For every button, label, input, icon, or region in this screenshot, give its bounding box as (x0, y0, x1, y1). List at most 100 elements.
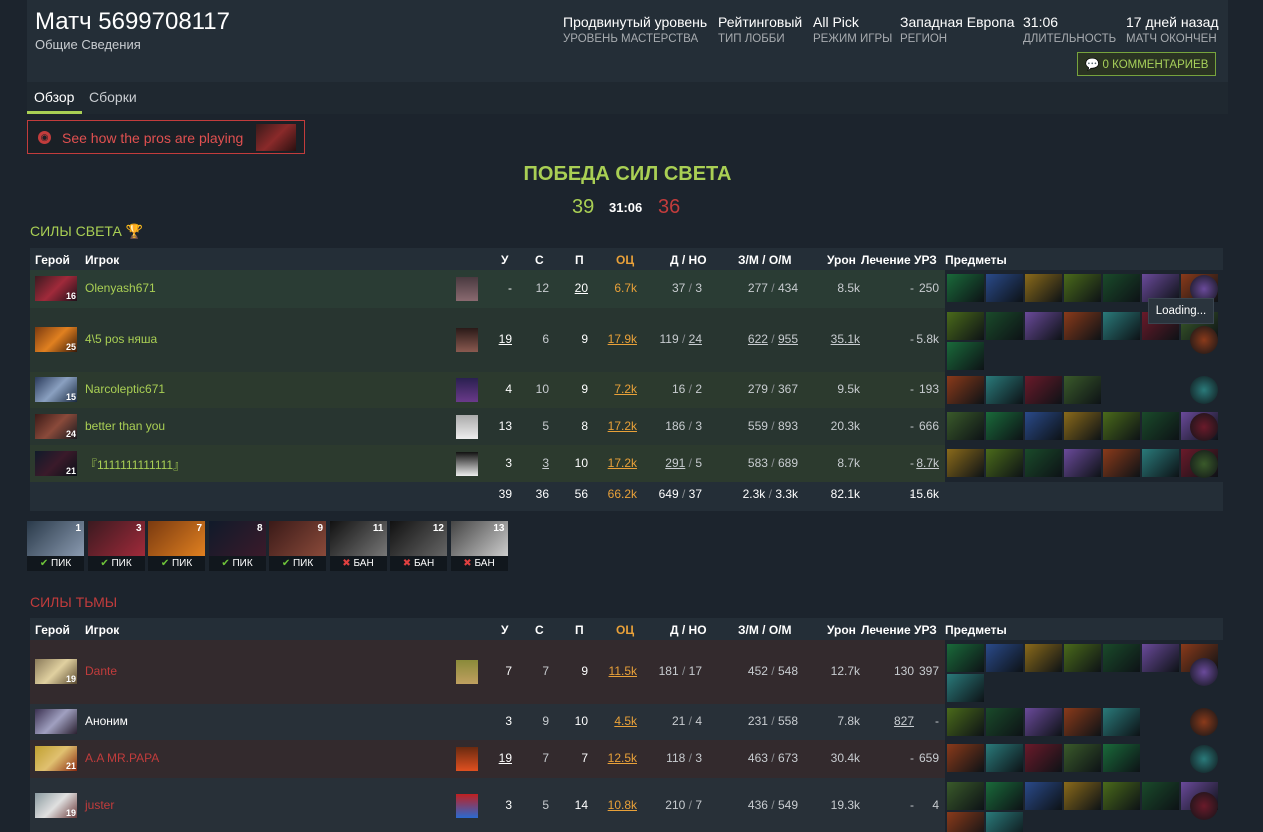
neutral-item-icon[interactable] (1190, 413, 1218, 441)
player-name[interactable]: 4\5 pos няша (85, 332, 157, 346)
player-avatar[interactable] (456, 328, 478, 352)
item-icon[interactable] (947, 449, 984, 477)
item-icon[interactable] (986, 812, 1023, 832)
item-icon[interactable] (1025, 744, 1062, 772)
item-icon[interactable] (1064, 449, 1101, 477)
item-icon[interactable] (1025, 708, 1062, 736)
col-hero[interactable]: Герой (35, 253, 70, 267)
col-damage[interactable]: Урон (827, 623, 856, 637)
col-networth[interactable]: ОЦ (616, 253, 634, 267)
item-icon[interactable] (1103, 644, 1140, 672)
col-lhdn[interactable]: Д / НО (670, 253, 707, 267)
pick-slot[interactable]: 9 ✔ ПИК (269, 521, 326, 571)
hero-portrait[interactable]: 16 (35, 276, 77, 301)
ban-slot[interactable]: 11 ✖ БАН (329, 521, 387, 571)
player-name[interactable]: 『1111111111111』 (85, 456, 185, 473)
item-icon[interactable] (986, 449, 1023, 477)
dire-player-row[interactable]: 19 Dante 7 7 9 11.5k 181 / 17 452 / 548 12.7k 130… (30, 640, 1223, 704)
col-healing[interactable]: Лечение (861, 253, 911, 267)
comments-button[interactable]: 💬 0 КОММЕНТАРИЕВ (1077, 52, 1217, 76)
item-icon[interactable] (1025, 376, 1062, 404)
ban-slot[interactable]: 12 ✖ БАН (390, 521, 447, 571)
player-avatar[interactable] (456, 747, 478, 771)
item-icon[interactable] (986, 782, 1023, 810)
item-icon[interactable] (1064, 312, 1101, 340)
player-name[interactable]: Аноним (85, 714, 128, 728)
dire-player-row[interactable]: 19 juster 3 5 14 10.8k 210 / 7 436 / 549 19.3k - 4 (30, 778, 1223, 832)
col-assists[interactable]: П (575, 253, 584, 267)
item-icon[interactable] (1142, 412, 1179, 440)
item-icon[interactable] (947, 274, 984, 302)
dire-player-row[interactable]: 21 A.A MR.PAPA 19 7 7 12.5k 118 / 3 463 / 673 30… (30, 740, 1223, 778)
neutral-item-icon[interactable] (1190, 326, 1218, 354)
hero-portrait[interactable]: 21 (35, 451, 77, 476)
pick-slot[interactable]: 8 ✔ ПИК (208, 521, 266, 571)
col-healing[interactable]: Лечение (861, 623, 911, 637)
col-player[interactable]: Игрок (85, 253, 119, 267)
neutral-item-icon[interactable] (1190, 450, 1218, 478)
item-icon[interactable] (1142, 449, 1179, 477)
item-icon[interactable] (986, 708, 1023, 736)
col-hero[interactable]: Герой (35, 623, 70, 637)
item-icon[interactable] (947, 312, 984, 340)
item-icon[interactable] (1064, 644, 1101, 672)
pick-slot[interactable]: 1 ✔ ПИК (27, 521, 84, 571)
item-icon[interactable] (1103, 449, 1140, 477)
col-kills[interactable]: У (501, 623, 508, 637)
player-avatar[interactable] (456, 794, 478, 818)
tab-overview[interactable]: Обзор (34, 89, 74, 105)
item-icon[interactable] (986, 274, 1023, 302)
item-icon[interactable] (1103, 274, 1140, 302)
radiant-player-row[interactable]: 24 better than you 13 5 8 17.2k 186 / 3 559 / 8… (30, 408, 1223, 445)
item-icon[interactable] (947, 376, 984, 404)
col-damage[interactable]: Урон (827, 253, 856, 267)
item-icon[interactable] (1142, 644, 1179, 672)
item-icon[interactable] (1103, 744, 1140, 772)
item-icon[interactable] (947, 812, 984, 832)
radiant-player-row[interactable]: 16 Olenyash671 - 12 20 6.7k 37 / 3 277 / 434 8.5… (30, 270, 1223, 308)
item-icon[interactable] (1064, 782, 1101, 810)
player-name[interactable]: Narcoleptic671 (85, 382, 165, 396)
col-gpm-xpm[interactable]: З/М / О/М (738, 623, 792, 637)
item-icon[interactable] (1025, 274, 1062, 302)
item-icon[interactable] (1025, 449, 1062, 477)
item-icon[interactable] (1025, 312, 1062, 340)
col-deaths[interactable]: С (535, 253, 544, 267)
item-icon[interactable] (986, 644, 1023, 672)
item-icon[interactable] (947, 708, 984, 736)
col-gpm-xpm[interactable]: З/М / О/М (738, 253, 792, 267)
item-icon[interactable] (1103, 708, 1140, 736)
col-building[interactable]: УРЗ (914, 253, 937, 267)
hero-portrait[interactable]: 21 (35, 746, 77, 771)
neutral-item-icon[interactable] (1190, 708, 1218, 736)
item-icon[interactable] (1064, 412, 1101, 440)
player-avatar[interactable] (456, 415, 478, 439)
item-icon[interactable] (1025, 644, 1062, 672)
item-icon[interactable] (986, 412, 1023, 440)
item-icon[interactable] (1142, 782, 1179, 810)
item-icon[interactable] (986, 376, 1023, 404)
player-name[interactable]: better than you (85, 419, 165, 433)
hero-portrait[interactable] (35, 709, 77, 734)
radiant-player-row[interactable]: 25 4\5 pos няша 19 6 9 17.9k 119 / 24 622 / 955… (30, 308, 1223, 372)
item-icon[interactable] (947, 412, 984, 440)
player-name[interactable]: juster (85, 798, 114, 812)
player-name[interactable]: Dante (85, 664, 117, 678)
item-icon[interactable] (1025, 782, 1062, 810)
item-icon[interactable] (947, 782, 984, 810)
col-player[interactable]: Игрок (85, 623, 119, 637)
col-kills[interactable]: У (501, 253, 508, 267)
neutral-item-icon[interactable] (1190, 376, 1218, 404)
item-icon[interactable] (947, 674, 984, 702)
radiant-player-row[interactable]: 15 Narcoleptic671 4 10 9 7.2k 16 / 2 279 / 367 9… (30, 372, 1223, 408)
col-building[interactable]: УРЗ (914, 623, 937, 637)
hero-portrait[interactable]: 15 (35, 377, 77, 402)
hero-portrait[interactable]: 25 (35, 327, 77, 352)
ban-slot[interactable]: 13 ✖ БАН (450, 521, 508, 571)
player-avatar[interactable] (456, 277, 478, 301)
dire-player-row[interactable]: Аноним 3 9 10 4.5k 21 / 4 231 / 558 7.8k 827 - (30, 704, 1223, 740)
item-icon[interactable] (1064, 376, 1101, 404)
item-icon[interactable] (1064, 744, 1101, 772)
radiant-player-row[interactable]: 21 『1111111111111』 3 3 10 17.2k 291 / 5 583 / 6… (30, 445, 1223, 482)
item-icon[interactable] (1025, 412, 1062, 440)
